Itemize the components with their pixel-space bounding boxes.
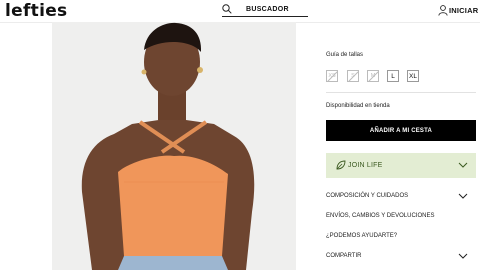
accordion-label: ENVÍOS, CAMBIOS Y DEVOLUCIONES	[326, 213, 435, 219]
login-link[interactable]: INICIAR S	[438, 5, 480, 17]
search-icon	[222, 4, 232, 14]
divider	[326, 92, 476, 93]
size-option[interactable]: S	[347, 70, 359, 82]
size-label: S	[351, 73, 355, 79]
search-bar[interactable]: BUSCADOR	[222, 4, 308, 17]
size-label: XL	[409, 72, 417, 80]
add-to-cart-button[interactable]: AÑADIR A MI CESTA	[326, 120, 476, 141]
brand-logo[interactable]: lefties	[5, 1, 67, 21]
accordion-composition[interactable]: COMPOSICIÓN Y CUIDADOS	[326, 191, 476, 203]
accordion-label: COMPARTIR	[326, 253, 362, 259]
search-label: BUSCADOR	[246, 6, 289, 13]
accordion-help[interactable]: ¿PODEMOS AYUDARTE?	[326, 231, 476, 243]
join-life-panel[interactable]: JOIN LIFE	[326, 153, 476, 178]
size-option[interactable]: L	[387, 70, 399, 82]
size-label: M	[370, 73, 376, 79]
user-icon	[438, 5, 448, 16]
product-photo	[52, 22, 296, 270]
accordion-label: COMPOSICIÓN Y CUIDADOS	[326, 193, 409, 199]
size-label: L	[391, 72, 395, 80]
leaf-icon	[336, 160, 346, 170]
chevron-down-icon	[458, 162, 468, 168]
accordion-shipping[interactable]: ENVÍOS, CAMBIOS Y DEVOLUCIONES	[326, 211, 476, 223]
join-life-label: JOIN LIFE	[348, 162, 383, 169]
size-option[interactable]: XL	[407, 70, 419, 82]
model-photo-icon	[52, 22, 296, 270]
chevron-down-icon	[458, 253, 468, 259]
accordion-share[interactable]: COMPARTIR	[326, 251, 476, 263]
store-availability-link[interactable]: Disponibilidad en tienda	[326, 103, 390, 109]
size-label: XS	[328, 73, 336, 79]
size-guide-link[interactable]: Guía de tallas	[326, 52, 363, 58]
size-option[interactable]: XS	[326, 70, 338, 82]
chevron-down-icon	[458, 193, 468, 199]
login-label: INICIAR S	[449, 6, 480, 15]
accordion-label: ¿PODEMOS AYUDARTE?	[326, 233, 398, 239]
top-header: lefties BUSCADOR INICIAR S	[0, 0, 480, 23]
size-option[interactable]: M	[367, 70, 379, 82]
